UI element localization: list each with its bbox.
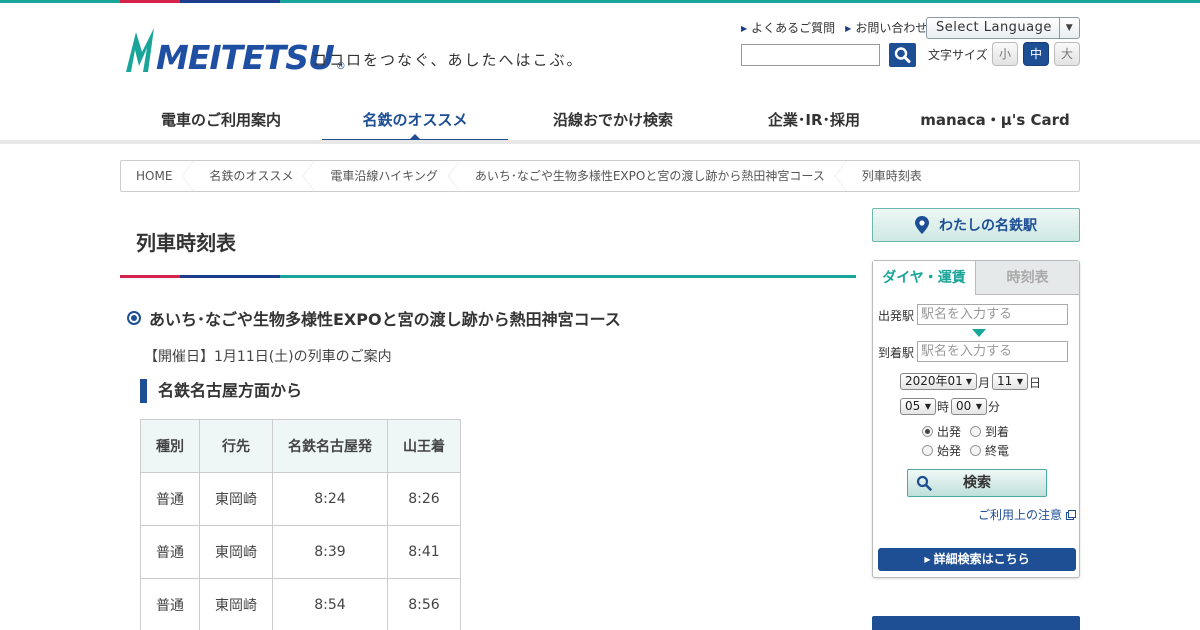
route-search-box: ダイヤ・運賃 時刻表 出発駅 駅名を入力する 到着駅 駅名を入力する 2020年…	[872, 260, 1080, 578]
col-header-destination: 行先	[199, 419, 273, 473]
cell-departure: 8:39	[272, 525, 388, 579]
col-header-departure: 名鉄名古屋発	[272, 419, 388, 473]
cell-arrival: 8:41	[387, 525, 461, 579]
cell-destination: 東岡崎	[199, 578, 273, 630]
from-station-label: 出発駅	[878, 309, 915, 323]
title-underline	[120, 275, 856, 278]
my-meitetsu-station-button[interactable]: わたしの名鉄駅	[872, 208, 1080, 242]
table-row: 普通 東岡崎 8:24 8:26	[140, 472, 461, 526]
radio-last-train[interactable]: 終電	[970, 442, 1009, 459]
nav-corporate[interactable]: 企業･IR･採用	[718, 94, 910, 144]
site-search-button[interactable]	[889, 43, 916, 67]
breadcrumb-current: 列車時刻表	[861, 169, 922, 183]
route-search-button[interactable]: 検索	[907, 469, 1047, 497]
event-date: 【開催日】1月11日(土)の列車のご案内	[144, 349, 392, 365]
chevron-down-icon: ▼	[1016, 377, 1023, 386]
minute-select[interactable]: 00 ▼	[951, 398, 987, 415]
breadcrumb-recommend[interactable]: 名鉄のオススメ	[194, 160, 316, 192]
nav-recommend[interactable]: 名鉄のオススメ	[322, 94, 508, 144]
timetable: 種別 行先 名鉄名古屋発 山王着 普通 東岡崎 8:24 8:26 普通 東岡崎…	[140, 419, 461, 630]
cell-type: 普通	[140, 525, 200, 579]
cell-destination: 東岡崎	[199, 472, 273, 526]
breadcrumb-home[interactable]: HOME	[121, 160, 195, 192]
table-row: 普通 東岡崎 8:54 8:56	[140, 578, 461, 630]
chevron-down-icon: ▼	[924, 402, 931, 411]
detail-search-button[interactable]: ▶ 詳細検索はこちら	[878, 548, 1076, 571]
hour-unit: 時	[937, 400, 950, 414]
nav-train-guide[interactable]: 電車のご利用案内	[120, 94, 322, 144]
logo-mark-icon	[126, 28, 154, 72]
to-station-label: 到着駅	[878, 346, 915, 360]
nav-outing-search[interactable]: 沿線おでかけ検索	[508, 94, 718, 144]
language-select[interactable]: Select Language ▼	[926, 17, 1080, 39]
breadcrumb-course[interactable]: あいち･なごや生物多様性EXPOと宮の渡し跡から熱田神宮コース	[460, 160, 847, 192]
day-unit: 日	[1029, 376, 1042, 390]
global-nav: 電車のご利用案内 名鉄のオススメ 沿線おでかけ検索 企業･IR･採用 manac…	[120, 94, 1080, 144]
radio-arrival[interactable]: 到着	[970, 423, 1009, 440]
cell-departure: 8:24	[272, 472, 388, 526]
faq-link[interactable]: ▶ よくあるご質問	[741, 19, 835, 36]
page-title: 列車時刻表	[136, 231, 236, 255]
arrow-right-icon: ▶	[924, 555, 931, 564]
chevron-down-icon: ▼	[965, 377, 972, 386]
map-pin-icon	[915, 216, 929, 234]
chevron-down-icon: ▼	[975, 402, 982, 411]
radio-first-train[interactable]: 始発	[922, 442, 961, 459]
to-station-input[interactable]: 駅名を入力する	[917, 341, 1068, 362]
sidebar-next-box	[872, 616, 1080, 630]
table-row: 普通 東岡崎 8:39 8:41	[140, 525, 461, 579]
chevron-down-icon: ▼	[1059, 18, 1079, 38]
table-header-row: 種別 行先 名鉄名古屋発 山王着	[140, 419, 461, 473]
logo-text: MEITETSU	[156, 38, 335, 77]
cell-arrival: 8:56	[387, 578, 461, 630]
cell-arrival: 8:26	[387, 472, 461, 526]
breadcrumb-hiking[interactable]: 電車沿線ハイキング	[315, 160, 461, 192]
font-size-small-button[interactable]: 小	[992, 42, 1018, 66]
font-size-label: 文字サイズ	[928, 48, 988, 62]
radio-departure[interactable]: 出発	[922, 423, 961, 440]
cell-type: 普通	[140, 578, 200, 630]
font-size-large-button[interactable]: 大	[1054, 42, 1080, 66]
course-heading: あいち･なごや生物多様性EXPOと宮の渡し跡から熱田神宮コース	[127, 306, 621, 330]
tab-fare[interactable]: ダイヤ・運賃	[873, 261, 976, 295]
search-icon	[894, 47, 911, 63]
month-unit: 月	[978, 376, 991, 390]
minute-unit: 分	[988, 400, 1001, 414]
day-select[interactable]: 11 ▼	[992, 373, 1028, 390]
arrow-right-icon: ▶	[845, 24, 852, 33]
top-color-bar	[0, 0, 1200, 3]
tagline: ココロをつなぐ、あしたへはこぶ。	[312, 51, 584, 69]
external-link-icon	[1066, 509, 1076, 520]
year-month-select[interactable]: 2020年01 ▼	[900, 373, 977, 390]
direction-heading: 名鉄名古屋方面から	[140, 379, 302, 403]
cell-departure: 8:54	[272, 578, 388, 630]
contact-link[interactable]: ▶ お問い合わせ	[845, 19, 927, 36]
bullet-circle-icon	[127, 311, 141, 325]
nav-manaca[interactable]: manaca・μ's Card	[910, 94, 1080, 144]
tab-timetable[interactable]: 時刻表	[976, 261, 1079, 295]
arrow-right-icon: ▶	[741, 24, 748, 33]
utility-links: ▶ よくあるご質問 ▶ お問い合わせ	[741, 19, 927, 36]
from-station-input[interactable]: 駅名を入力する	[917, 304, 1068, 325]
cell-destination: 東岡崎	[199, 525, 273, 579]
breadcrumb: HOME 名鉄のオススメ 電車沿線ハイキング あいち･なごや生物多様性EXPOと…	[120, 160, 1080, 192]
arrow-down-icon	[972, 329, 986, 337]
nav-divider	[0, 140, 1200, 144]
search-icon	[916, 475, 932, 491]
search-tabs: ダイヤ・運賃 時刻表	[873, 261, 1079, 295]
hour-select[interactable]: 05 ▼	[900, 398, 936, 415]
usage-notice-link[interactable]: ご利用上の注意	[978, 506, 1076, 523]
site-search-input[interactable]	[741, 44, 880, 66]
col-header-type: 種別	[140, 419, 200, 473]
col-header-arrival: 山王着	[387, 419, 461, 473]
font-size-medium-button[interactable]: 中	[1023, 42, 1049, 66]
cell-type: 普通	[140, 472, 200, 526]
